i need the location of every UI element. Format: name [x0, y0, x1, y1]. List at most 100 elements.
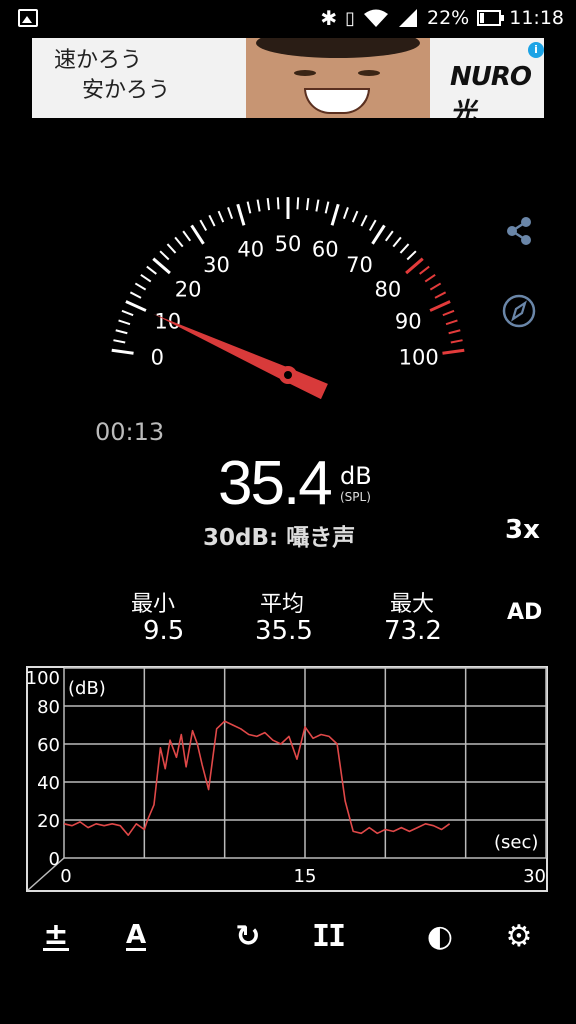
level-unit: dB: [340, 462, 372, 490]
gauge-minor-tick: [419, 265, 430, 275]
gauge-major-tick: [236, 203, 246, 226]
ad-banner[interactable]: 速かろう 安かろう NURO光 i ✕: [32, 38, 544, 118]
gauge-minor-tick: [256, 199, 261, 212]
theme-button[interactable]: ◐: [420, 916, 460, 956]
gauge-minor-tick: [266, 198, 271, 211]
gauge-tick-label: 100: [399, 346, 439, 370]
ad-info-icon[interactable]: i: [528, 42, 544, 58]
gauge-minor-tick: [360, 214, 368, 227]
ad-mode-button[interactable]: AD: [507, 600, 542, 625]
compass-icon[interactable]: [501, 293, 537, 329]
gauge-major-tick: [405, 257, 424, 275]
avg-value: 35.5: [255, 616, 313, 646]
gauge-tick-label: 70: [346, 253, 373, 277]
gauge-minor-tick: [324, 201, 330, 214]
gauge-tick-label: 50: [275, 232, 302, 256]
weighting-button[interactable]: A: [116, 916, 156, 956]
elapsed-timer: 00:13: [95, 418, 165, 446]
ad-copy-line2: 安かろう: [82, 78, 171, 103]
gauge-minor-tick: [406, 250, 417, 261]
gear-icon: ⚙: [505, 918, 533, 954]
gauge-minor-tick: [392, 236, 402, 248]
ad-brand-logo: NURO光: [450, 62, 532, 118]
gauge-needle: [153, 313, 328, 400]
gauge-major-tick: [429, 300, 451, 312]
ad-copy-line1: 速かろう: [54, 48, 143, 73]
chart-y-tick-label: 100: [26, 668, 60, 689]
pause-icon: II: [311, 918, 346, 954]
gauge-minor-tick: [227, 207, 234, 220]
multiplier-button[interactable]: 3x: [505, 515, 540, 545]
wifi-icon: [364, 9, 388, 27]
level-description: 30dB: 囁き声: [203, 525, 356, 551]
battery-icon: [477, 10, 505, 26]
max-value: 73.2: [384, 616, 442, 646]
gauge-minor-tick: [296, 197, 300, 210]
gauge-tick-label: 90: [395, 309, 422, 333]
gauge-minor-tick: [315, 199, 320, 212]
gauge-minor-tick: [113, 339, 126, 344]
pause-button[interactable]: II: [308, 916, 348, 956]
chart-y-tick-label: 60: [37, 735, 60, 756]
theme-icon: ◐: [426, 918, 454, 954]
gauge-minor-tick: [121, 309, 134, 317]
gauge-tick-label: 40: [237, 237, 264, 261]
gauge-major-tick: [125, 300, 147, 312]
gauge-minor-tick: [448, 329, 461, 335]
gauge-minor-tick: [434, 291, 447, 299]
battery-percent: 22%: [427, 7, 470, 29]
bluetooth-icon: ✱: [320, 6, 338, 30]
gauge-minor-tick: [442, 309, 455, 317]
gauge-tick-label: 30: [203, 253, 230, 277]
gauge-minor-tick: [182, 230, 192, 242]
chart-x-tick-label: 30: [523, 866, 546, 887]
chart-x-tick-label: 0: [60, 866, 71, 887]
gauge-minor-tick: [305, 198, 310, 211]
sound-level-gauge: 010203040 50 60708090100: [111, 197, 465, 400]
gauge-minor-tick: [276, 197, 280, 210]
gauge-minor-tick: [424, 274, 436, 283]
gauge-minor-tick: [146, 265, 157, 275]
gauge-minor-tick: [342, 207, 349, 220]
max-label: 最大: [390, 592, 435, 617]
gauge-minor-tick: [429, 282, 442, 291]
reset-icon: ↻: [235, 918, 261, 954]
gauge-major-tick: [152, 257, 171, 275]
gauge-major-tick: [330, 203, 340, 226]
gauge-minor-tick: [129, 291, 142, 299]
gauge-minor-tick: [166, 243, 177, 254]
gauge-minor-tick: [368, 219, 377, 232]
status-bar: ✱ ▯ 22% 11:18: [0, 0, 576, 38]
gauge-minor-tick: [450, 339, 463, 344]
level-unit-sub: (SPL): [340, 490, 371, 504]
gauge-minor-tick: [217, 210, 225, 223]
gauge-major-tick: [190, 224, 205, 245]
calibrate-button[interactable]: ±: [36, 916, 76, 956]
chart-y-tick-label: 20: [37, 811, 60, 832]
current-level-value: 35.4: [218, 449, 333, 518]
plus-minus-icon: ±: [43, 916, 69, 952]
signal-icon: [399, 9, 417, 27]
gauge-major-tick: [371, 224, 386, 245]
gauge-minor-tick: [134, 282, 147, 291]
gauge-minor-tick: [199, 219, 208, 232]
chart-y-unit: (dB): [68, 678, 106, 699]
ad-photo: [246, 38, 430, 118]
min-value: 9.5: [143, 616, 185, 646]
gauge-tick-label: 20: [175, 278, 202, 302]
chart-y-tick-label: 40: [37, 773, 60, 794]
gauge-major-tick: [442, 348, 465, 355]
reset-button[interactable]: ↻: [228, 916, 268, 956]
gauge-minor-tick: [115, 329, 128, 335]
share-icon[interactable]: [504, 215, 534, 247]
gauge-minor-tick: [384, 230, 394, 242]
gauge-tick-label: 10: [154, 309, 181, 333]
gauge-minor-tick: [445, 319, 458, 326]
gauge-minor-tick: [140, 274, 152, 283]
chart-y-tick-label: 80: [37, 697, 60, 718]
chart-x-unit: (sec): [494, 832, 538, 853]
image-icon: [18, 9, 38, 27]
settings-button[interactable]: ⚙: [499, 916, 539, 956]
ad-copy: 速かろう 安かろう: [54, 46, 170, 106]
chart-series-line: [63, 720, 451, 836]
